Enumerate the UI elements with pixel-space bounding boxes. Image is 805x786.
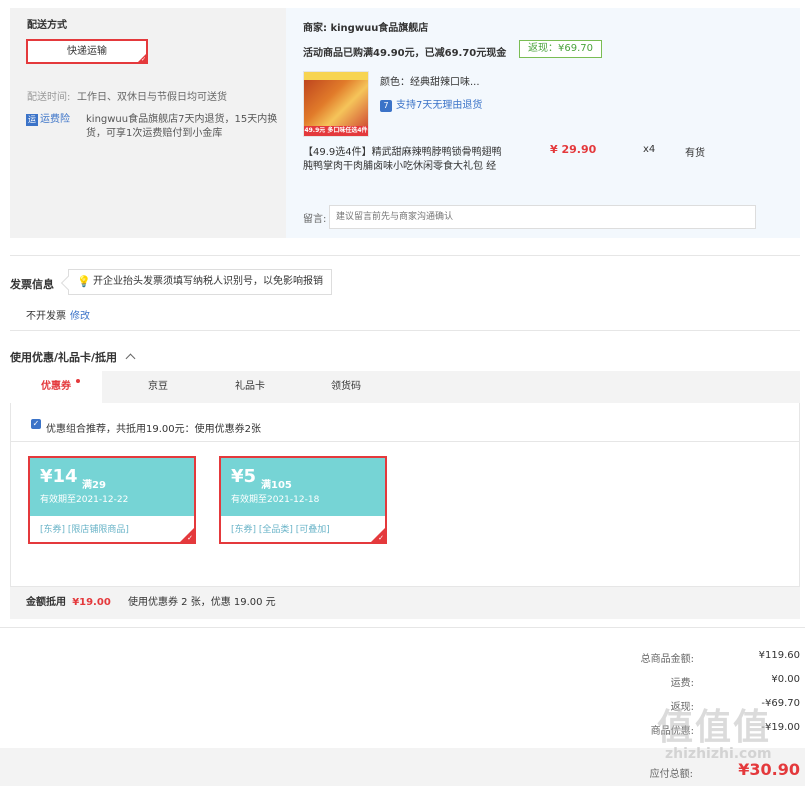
coupon-amount: ¥14 xyxy=(40,466,78,487)
tab-coupons[interactable]: 优惠券 xyxy=(10,371,102,403)
delivery-time-value: 工作日、双休日与节假日均可送货 xyxy=(77,92,227,103)
invoice-tip-text: 开企业抬头发票须填写纳税人识别号，以免影响报销 xyxy=(93,276,323,287)
delivery-time-label: 配送时间: xyxy=(27,92,71,103)
check-icon: ✓ xyxy=(378,534,384,542)
invoice-edit-link[interactable]: 修改 xyxy=(70,307,90,322)
product-color: 颜色：经典甜辣口味... xyxy=(380,77,480,88)
coupon-condition: 满105 xyxy=(261,480,292,491)
product-title-line2[interactable]: 肫鸭掌肉干肉脯卤味小吃休闲零食大礼包 经 xyxy=(303,157,496,172)
tab-gift-card[interactable]: 礼品卡 xyxy=(220,371,280,403)
invoice-value: 不开发票 xyxy=(26,311,66,322)
tab-jingdou[interactable]: 京豆 xyxy=(128,371,188,403)
product-image-band: 49.9元 多口味任选4件 xyxy=(304,126,368,136)
product-quantity: x4 xyxy=(643,144,656,155)
coupon-card[interactable]: ¥14 满29 有效期至2021-12-22 [东券] [限店铺限商品] ✓ xyxy=(28,456,196,544)
product-stock: 有货 xyxy=(685,148,705,159)
store-name: 商家: kingwuu食品旗舰店 xyxy=(303,23,429,34)
watermark-logo: 值值值 xyxy=(657,707,772,748)
message-input[interactable] xyxy=(329,205,756,229)
return-policy-icon: 7 xyxy=(380,100,392,112)
coupon-tags: [东券] [全品类] [可叠加] xyxy=(231,525,330,535)
message-label: 留言: xyxy=(303,214,327,225)
freight-insurance[interactable]: 运运费险 xyxy=(26,110,70,126)
product-price: ¥ 29.90 xyxy=(550,143,597,156)
coupon-expiry: 有效期至2021-12-22 xyxy=(40,495,129,505)
divider xyxy=(11,441,799,442)
coupon-tags: [东券] [限店铺限商品] xyxy=(40,525,129,535)
total-row: 总商品金额: ¥119.60 xyxy=(640,650,800,665)
coupon-summary-label: 金额抵用 xyxy=(26,597,66,608)
coupon-summary-amount: ¥19.00 xyxy=(72,597,111,608)
check-icon: ✓ xyxy=(140,56,146,63)
coupon-summary-desc: 使用优惠券 2 张，优惠 19.00 元 xyxy=(127,597,276,608)
lightbulb-icon: 💡 xyxy=(77,275,91,288)
divider xyxy=(10,330,800,331)
divider xyxy=(10,255,800,256)
chevron-up-icon xyxy=(125,353,136,364)
promo-text: 活动商品已购满49.90元，已减69.70元现金 xyxy=(303,48,507,59)
coupon-card[interactable]: ¥5 满105 有效期至2021-12-18 [东券] [全品类] [可叠加] … xyxy=(219,456,387,544)
total-row: 运费: ¥0.00 xyxy=(670,674,800,689)
coupon-tabs: 优惠券 京豆 礼品卡 领货码 xyxy=(10,371,800,403)
shipping-title: 配送方式 xyxy=(27,20,67,31)
shipping-method-button[interactable]: 快递运输 ✓ xyxy=(26,39,148,64)
check-icon: ✓ xyxy=(187,534,193,542)
insurance-desc-line1: kingwuu食品旗舰店7天内退货，15天内换 xyxy=(86,114,278,125)
coupon-condition: 满29 xyxy=(82,480,106,491)
divider xyxy=(0,627,805,628)
insurance-desc-line2: 货，可享1次运费赔付到小金库 xyxy=(86,128,223,139)
recommend-text: 优惠组合推荐，共抵用19.00元：使用优惠券2张 xyxy=(46,424,261,435)
tab-pickup-code[interactable]: 领货码 xyxy=(316,371,376,403)
invoice-title: 发票信息 xyxy=(10,278,54,291)
shipping-method-label: 快递运输 xyxy=(67,46,107,57)
coupon-summary: 金额抵用 ¥19.00 使用优惠券 2 张，优惠 19.00 元 xyxy=(10,587,800,619)
return-policy: 7 支持7天无理由退货 xyxy=(380,96,482,112)
coupon-expiry: 有效期至2021-12-18 xyxy=(231,495,320,505)
product-image[interactable]: 49.9元 多口味任选4件 xyxy=(303,71,369,137)
new-dot-icon xyxy=(76,379,80,383)
freight-insurance-label: 运费险 xyxy=(40,114,70,125)
watermark: 值值值 zhizhizhi.com xyxy=(645,690,805,786)
cashback-badge: 返现：¥69.70 xyxy=(519,40,602,58)
product-title-line1[interactable]: 【49.9选4件】精武甜麻辣鸭脖鸭锁骨鸭翅鸭 xyxy=(303,143,502,158)
coupon-amount: ¥5 xyxy=(231,466,257,487)
coupon-section-title[interactable]: 使用优惠/礼品卡/抵用 xyxy=(10,349,136,365)
return-policy-text: 支持7天无理由退货 xyxy=(396,100,483,111)
shield-icon: 运 xyxy=(26,114,38,126)
invoice-tip: 💡 开企业抬头发票须填写纳税人识别号，以免影响报销 xyxy=(68,269,332,295)
watermark-text: zhizhizhi.com xyxy=(665,746,772,762)
recommend-checkbox[interactable]: ✓ xyxy=(31,419,41,429)
